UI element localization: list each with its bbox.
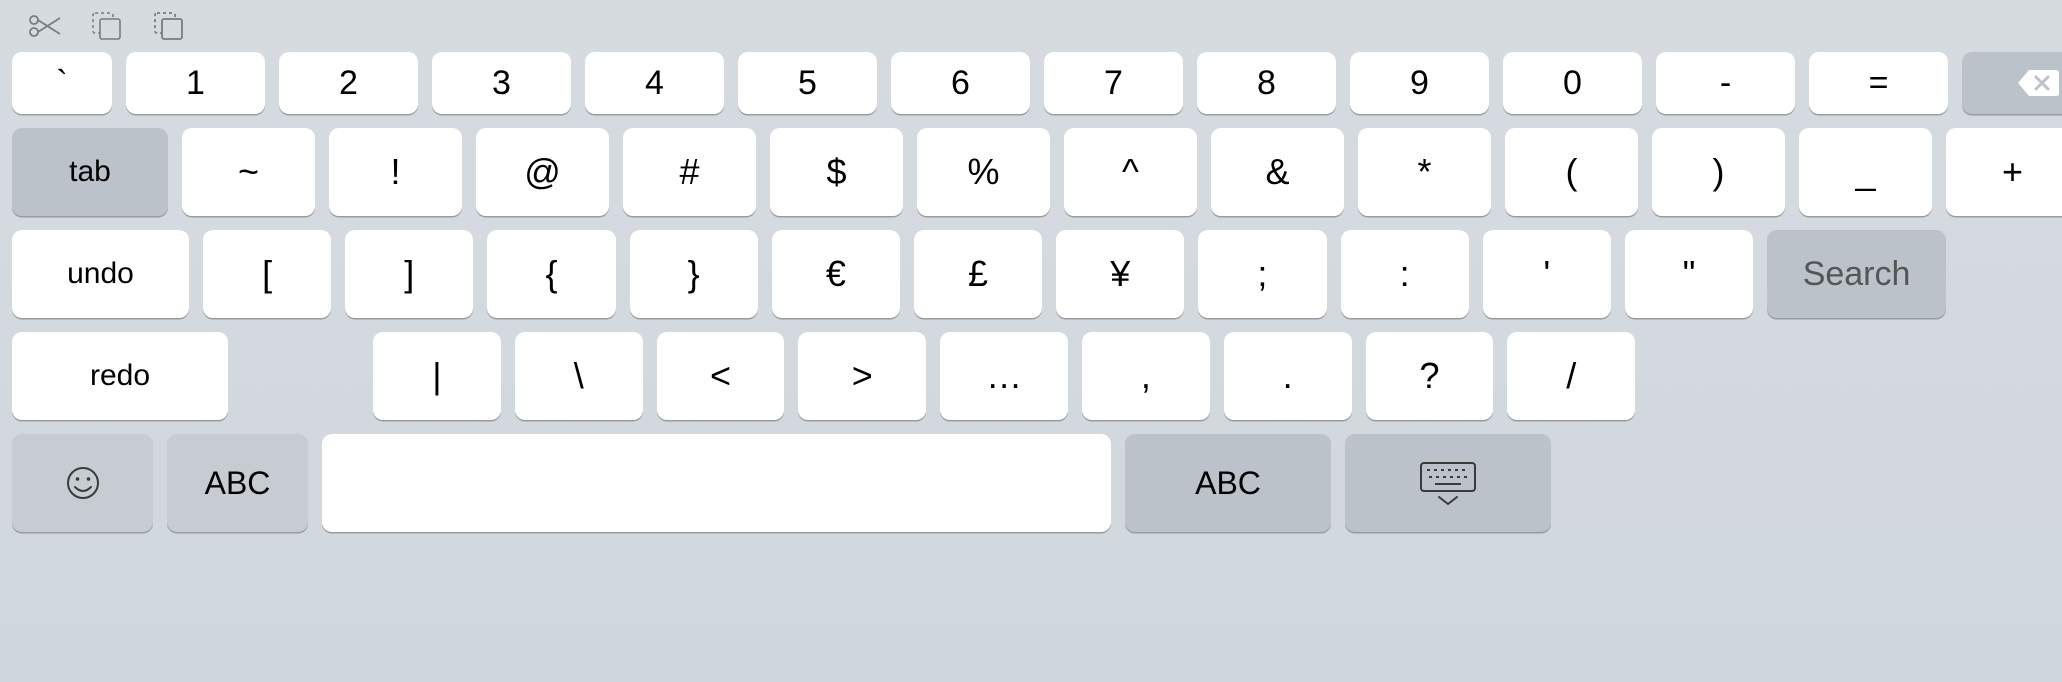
- key-at[interactable]: @: [476, 128, 609, 216]
- keyboard: ` 1 2 3 4 5 6 7 8 9 0 - = tab ~ ! @ # $ …: [0, 52, 2062, 544]
- key-slash[interactable]: /: [1507, 332, 1635, 420]
- keyboard-row-3: undo [ ] { } € £ ¥ ; : ' " Search: [12, 230, 2050, 318]
- key-semicolon[interactable]: ;: [1198, 230, 1326, 318]
- key-paren-left[interactable]: (: [1505, 128, 1638, 216]
- key-period[interactable]: .: [1224, 332, 1352, 420]
- keyboard-row-2: tab ~ ! @ # $ % ^ & * ( ) _ +: [12, 128, 2050, 216]
- key-backspace[interactable]: [1962, 52, 2062, 114]
- key-colon[interactable]: :: [1341, 230, 1469, 318]
- key-exclamation[interactable]: !: [329, 128, 462, 216]
- keyboard-row-5: ABC ABC: [12, 434, 2050, 532]
- key-apostrophe[interactable]: ': [1483, 230, 1611, 318]
- key-euro[interactable]: €: [772, 230, 900, 318]
- key-less-than[interactable]: <: [657, 332, 785, 420]
- key-backtick[interactable]: `: [12, 52, 112, 114]
- key-6[interactable]: 6: [891, 52, 1030, 114]
- key-undo[interactable]: undo: [12, 230, 189, 318]
- paste-icon[interactable]: [152, 9, 186, 43]
- key-brace-left[interactable]: {: [487, 230, 615, 318]
- key-search[interactable]: Search: [1767, 230, 1946, 318]
- key-plus[interactable]: +: [1946, 128, 2062, 216]
- dismiss-keyboard-icon: [1417, 459, 1479, 507]
- keyboard-row-4: redo | \ < > … , . ? /: [12, 332, 2050, 420]
- key-5[interactable]: 5: [738, 52, 877, 114]
- key-0[interactable]: 0: [1503, 52, 1642, 114]
- copy-icon[interactable]: [90, 9, 124, 43]
- key-abc-right[interactable]: ABC: [1125, 434, 1331, 532]
- key-tab[interactable]: tab: [12, 128, 168, 216]
- keyboard-row-1: ` 1 2 3 4 5 6 7 8 9 0 - =: [12, 52, 2050, 114]
- key-caret[interactable]: ^: [1064, 128, 1197, 216]
- key-equals[interactable]: =: [1809, 52, 1948, 114]
- key-ampersand[interactable]: &: [1211, 128, 1344, 216]
- key-bracket-right[interactable]: ]: [345, 230, 473, 318]
- key-backslash[interactable]: \: [515, 332, 643, 420]
- key-comma[interactable]: ,: [1082, 332, 1210, 420]
- key-greater-than[interactable]: >: [798, 332, 926, 420]
- key-paren-right[interactable]: ): [1652, 128, 1785, 216]
- key-space[interactable]: [322, 434, 1111, 532]
- key-pipe[interactable]: |: [373, 332, 501, 420]
- editing-shortcuts-bar: [0, 0, 2062, 52]
- key-redo[interactable]: redo: [12, 332, 228, 420]
- key-8[interactable]: 8: [1197, 52, 1336, 114]
- key-underscore[interactable]: _: [1799, 128, 1932, 216]
- key-yen[interactable]: ¥: [1056, 230, 1184, 318]
- key-3[interactable]: 3: [432, 52, 571, 114]
- key-ellipsis[interactable]: …: [940, 332, 1068, 420]
- key-minus[interactable]: -: [1656, 52, 1795, 114]
- key-quote[interactable]: ": [1625, 230, 1753, 318]
- key-1[interactable]: 1: [126, 52, 265, 114]
- key-dollar[interactable]: $: [770, 128, 903, 216]
- emoji-icon: [65, 465, 101, 501]
- backspace-icon: [2016, 68, 2060, 98]
- key-pound[interactable]: £: [914, 230, 1042, 318]
- cut-icon[interactable]: [28, 9, 62, 43]
- key-abc-left[interactable]: ABC: [167, 434, 308, 532]
- key-percent[interactable]: %: [917, 128, 1050, 216]
- key-9[interactable]: 9: [1350, 52, 1489, 114]
- key-emoji[interactable]: [12, 434, 153, 532]
- key-bracket-left[interactable]: [: [203, 230, 331, 318]
- key-dismiss-keyboard[interactable]: [1345, 434, 1551, 532]
- key-7[interactable]: 7: [1044, 52, 1183, 114]
- key-question[interactable]: ?: [1366, 332, 1494, 420]
- key-brace-right[interactable]: }: [630, 230, 758, 318]
- key-2[interactable]: 2: [279, 52, 418, 114]
- key-asterisk[interactable]: *: [1358, 128, 1491, 216]
- key-hash[interactable]: #: [623, 128, 756, 216]
- key-tilde[interactable]: ~: [182, 128, 315, 216]
- key-4[interactable]: 4: [585, 52, 724, 114]
